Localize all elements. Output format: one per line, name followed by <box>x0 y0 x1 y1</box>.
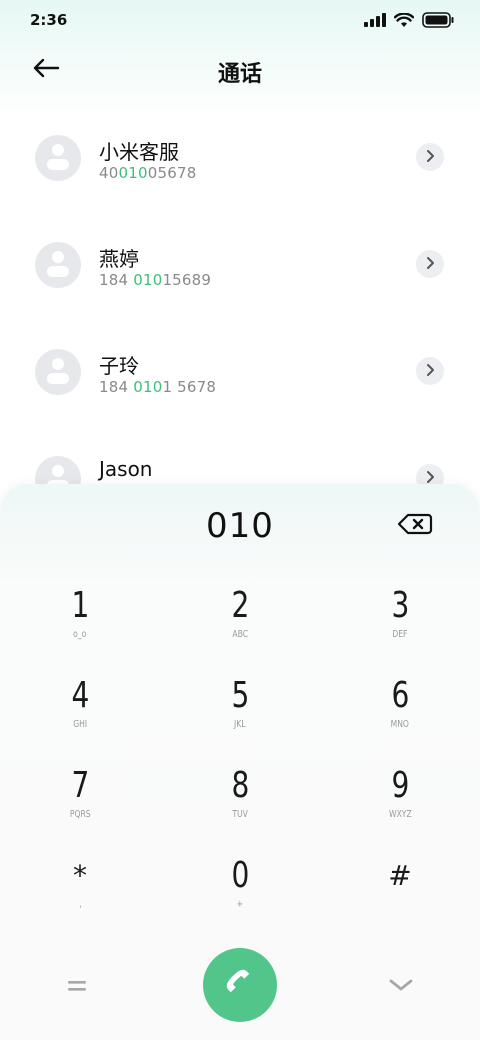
contact-detail-button[interactable] <box>416 250 444 278</box>
key-5[interactable]: 5 JKL <box>180 674 300 754</box>
signal-icon <box>364 13 386 27</box>
key-4[interactable]: 4 GHI <box>20 674 140 754</box>
chevron-right-icon <box>425 255 435 274</box>
key-digit: 0 <box>231 855 249 896</box>
header: 通话 <box>0 48 480 92</box>
key-9[interactable]: 9 WXYZ <box>340 764 460 844</box>
chevron-down-icon <box>388 977 414 997</box>
key-letters: + <box>236 899 244 910</box>
page-title: 通话 <box>217 62 262 87</box>
status-time: 2:36 <box>30 11 68 29</box>
contact-detail-button[interactable] <box>416 357 444 385</box>
key-digit: 8 <box>231 765 249 806</box>
dialpad: 010 1 o_o 2 ABC 3 DEF 4 GHI 5 JKL 6 MNO … <box>0 484 480 1040</box>
key-0[interactable]: 0 + <box>180 854 300 934</box>
key-letters: ABC <box>232 629 248 640</box>
key-digit: 1 <box>71 585 89 626</box>
key-7[interactable]: 7 PQRS <box>20 764 140 844</box>
key-letters: GHI <box>73 719 87 730</box>
key-8[interactable]: 8 TUV <box>180 764 300 844</box>
contact-row[interactable]: 小米客服 4001005678 <box>0 108 480 215</box>
contact-number: 184 01015689 <box>99 271 212 289</box>
key-star[interactable]: * , <box>20 854 140 934</box>
wifi-icon <box>394 12 414 28</box>
key-letters: PQRS <box>69 809 91 820</box>
key-6[interactable]: 6 MNO <box>340 674 460 754</box>
key-digit: 3 <box>391 585 409 626</box>
contact-row[interactable]: 子玲 184 0101 5678 <box>0 322 480 429</box>
key-letters: o_o <box>73 629 87 640</box>
contact-row[interactable]: 燕婷 184 01015689 <box>0 215 480 322</box>
menu-button[interactable] <box>60 970 94 1004</box>
key-1[interactable]: 1 o_o <box>20 584 140 664</box>
avatar <box>35 349 81 395</box>
key-digit: * <box>73 859 87 892</box>
contact-list: 小米客服 4001005678 燕婷 184 01015689 子玲 184 0… <box>0 108 480 536</box>
key-letters: JKL <box>234 719 246 730</box>
contact-detail-button[interactable] <box>416 143 444 171</box>
call-button[interactable] <box>203 948 277 1022</box>
key-digit: 9 <box>391 765 409 806</box>
key-digit: 7 <box>71 765 89 806</box>
key-letters: MNO <box>390 719 410 730</box>
collapse-keypad-button[interactable] <box>384 970 418 1004</box>
backspace-button[interactable] <box>396 512 434 540</box>
contact-name: 小米客服 <box>99 140 179 164</box>
contact-number: 4001005678 <box>99 164 197 182</box>
phone-icon <box>220 963 260 1007</box>
key-letters: WXYZ <box>388 809 412 820</box>
status-bar: 2:36 <box>0 0 480 40</box>
key-letters: , <box>78 899 82 910</box>
key-hash[interactable]: # <box>340 854 460 934</box>
avatar <box>35 242 81 288</box>
chevron-right-icon <box>425 362 435 381</box>
key-3[interactable]: 3 DEF <box>340 584 460 664</box>
dialpad-actions <box>0 948 480 1024</box>
contact-name: Jason <box>99 457 153 481</box>
key-digit: # <box>388 859 412 892</box>
status-icons <box>364 12 454 28</box>
key-letters: TUV <box>232 809 248 820</box>
key-digit: 6 <box>391 675 409 716</box>
key-letters: DEF <box>392 629 408 640</box>
battery-icon <box>422 12 454 28</box>
key-digit: 4 <box>71 675 89 716</box>
key-2[interactable]: 2 ABC <box>180 584 300 664</box>
key-digit: 5 <box>231 675 249 716</box>
key-digit: 2 <box>231 585 249 626</box>
contact-name: 燕婷 <box>99 247 139 271</box>
backspace-icon <box>397 512 433 540</box>
menu-icon <box>66 978 88 997</box>
contact-name: 子玲 <box>99 354 139 378</box>
contact-number: 184 0101 5678 <box>99 378 217 396</box>
chevron-right-icon <box>425 148 435 167</box>
avatar <box>35 135 81 181</box>
